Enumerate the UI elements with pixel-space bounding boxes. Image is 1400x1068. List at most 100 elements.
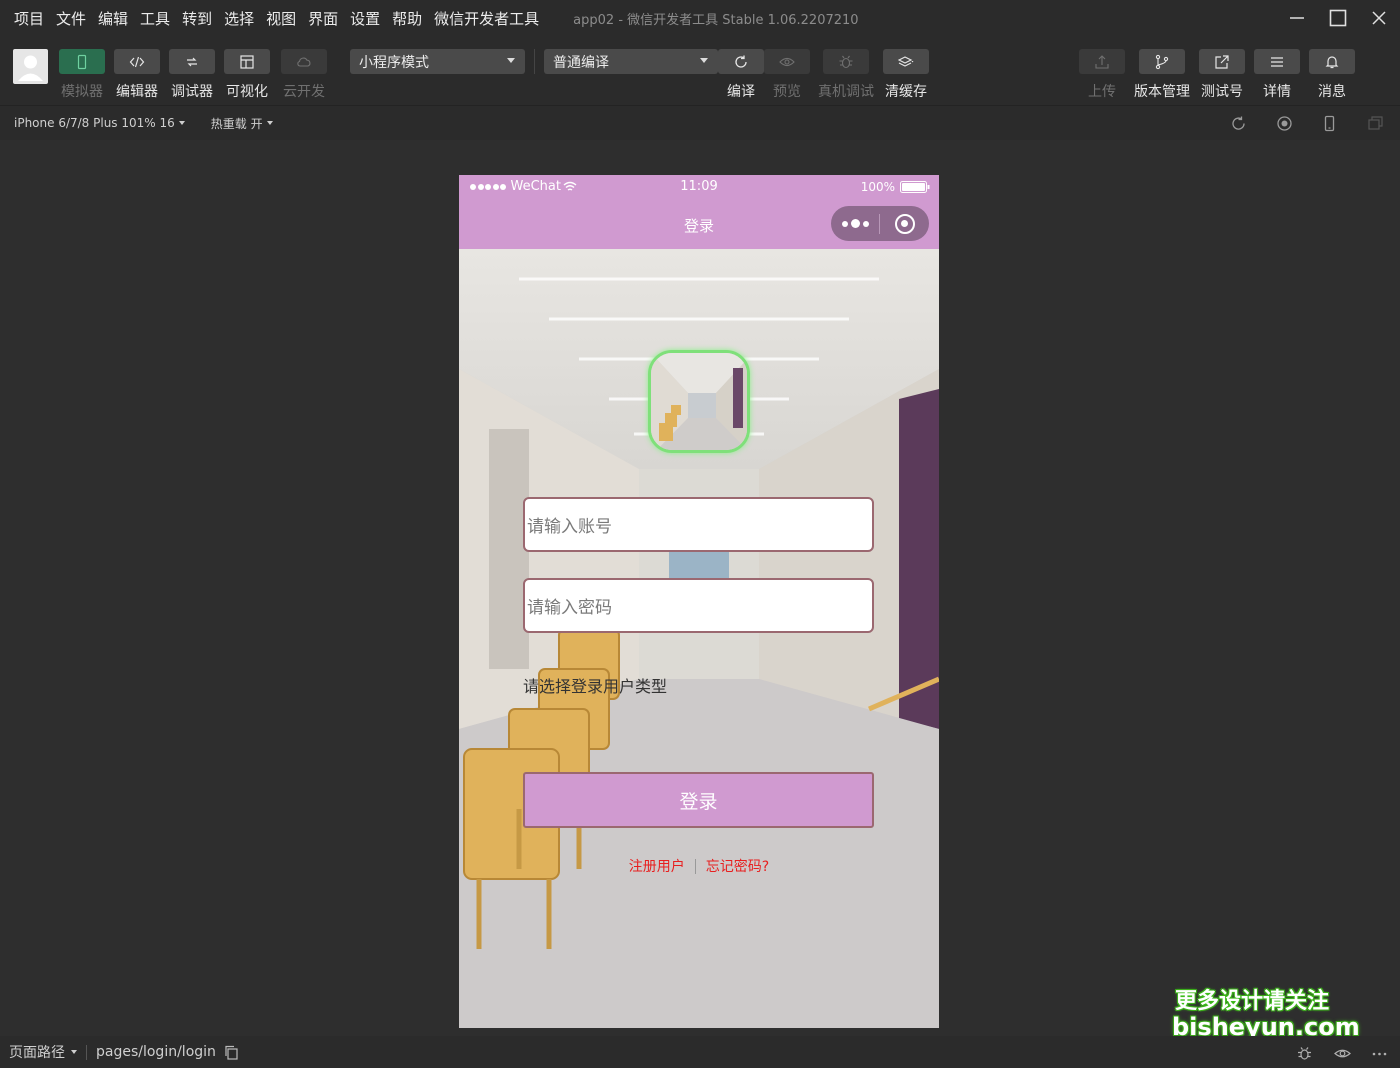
simulator-subbar: iPhone 6/7/8 Plus 101% 16 热重载 开: [0, 106, 1400, 140]
cloud-button[interactable]: [281, 49, 327, 74]
refresh-icon: [735, 55, 747, 68]
login-button[interactable]: 登录: [523, 772, 874, 828]
compile-select[interactable]: 普通编译: [544, 49, 718, 74]
mode-select-value: 小程序模式: [359, 54, 429, 71]
eye-icon: [1333, 1049, 1351, 1057]
page-path-label: 页面路径: [9, 1045, 65, 1061]
layout-icon: [240, 54, 254, 69]
remote-debug-button[interactable]: [823, 49, 869, 74]
external-link-icon: [1215, 54, 1229, 69]
account-input[interactable]: 请输入账号: [523, 497, 874, 552]
preview-label: 预览: [773, 84, 801, 100]
chevron-down-icon: [507, 58, 515, 63]
nav-bar: 登录: [459, 199, 939, 249]
menu-help[interactable]: 帮助: [392, 8, 422, 29]
menu-settings[interactable]: 设置: [350, 8, 380, 29]
debug-icon: [187, 57, 197, 66]
window-title: app02 - 微信开发者工具 Stable 1.06.2207210: [573, 12, 859, 28]
minimize-button[interactable]: [1277, 0, 1317, 36]
rotate-button[interactable]: [1227, 112, 1249, 134]
hot-reload-value: 热重载 开: [210, 116, 263, 131]
register-link[interactable]: 注册用户: [629, 856, 685, 876]
debugger-label: 调试器: [171, 84, 213, 100]
user-type-picker[interactable]: 请选择登录用户类型: [523, 673, 667, 697]
editor-button[interactable]: [114, 49, 160, 74]
branch-icon: [1155, 54, 1169, 69]
copy-path-button[interactable]: [224, 1045, 239, 1060]
device-select[interactable]: iPhone 6/7/8 Plus 101% 16: [14, 116, 185, 130]
capsule-menu: [831, 206, 929, 241]
preview-button[interactable]: [764, 49, 810, 74]
page-path-select[interactable]: 页面路径: [9, 1042, 77, 1062]
simulator-label: 模拟器: [61, 84, 103, 100]
battery-group: 100%: [861, 180, 930, 194]
code-icon: [129, 56, 145, 67]
maximize-button[interactable]: [1318, 0, 1358, 36]
close-icon: [1372, 11, 1386, 25]
details-button[interactable]: [1254, 49, 1300, 74]
menu-tools[interactable]: 工具: [140, 8, 170, 29]
detach-window-button[interactable]: [1364, 112, 1386, 134]
watermark-line-1: 更多设计请关注: [1174, 989, 1329, 1014]
more-options-button[interactable]: [1369, 1043, 1389, 1063]
version-button[interactable]: [1139, 49, 1185, 74]
more-button[interactable]: [831, 219, 879, 228]
record-button[interactable]: [1273, 112, 1295, 134]
menu-selection[interactable]: 选择: [224, 8, 254, 29]
menu-devtools[interactable]: 微信开发者工具: [434, 8, 539, 29]
chevron-down-icon: [266, 121, 273, 125]
chevron-down-icon: [700, 58, 708, 63]
messages-label: 消息: [1318, 84, 1346, 100]
chevron-down-icon: [178, 121, 185, 125]
phone-icon: [77, 54, 87, 69]
toolbar: 模拟器 编辑器 调试器 可视化 云开发 小程序模式 普通编译 编译 预览 真机调…: [0, 36, 1400, 106]
upload-button[interactable]: [1079, 49, 1125, 74]
link-divider: [694, 858, 696, 874]
status-bar: 页面路径 pages/login/login: [0, 1036, 1400, 1068]
debug-status-button[interactable]: [1294, 1043, 1314, 1063]
visual-button[interactable]: [224, 49, 270, 74]
preview-status-button[interactable]: [1332, 1043, 1352, 1063]
menu-goto[interactable]: 转到: [182, 8, 212, 29]
menu-view[interactable]: 视图: [266, 8, 296, 29]
layers-icon: [898, 55, 914, 67]
debugger-button[interactable]: [169, 49, 215, 74]
copy-icon: [225, 1045, 238, 1060]
compile-button[interactable]: [718, 49, 764, 74]
test-account-button[interactable]: [1199, 49, 1245, 74]
close-window-button[interactable]: [1359, 0, 1399, 36]
cloud-label: 云开发: [283, 84, 325, 100]
upload-icon: [1095, 54, 1109, 69]
ellipsis-icon: [1372, 1052, 1386, 1055]
menu-interface[interactable]: 界面: [308, 8, 338, 29]
password-input-placeholder: 请输入密码: [527, 598, 612, 618]
status-divider: [86, 1044, 87, 1060]
phone-icon: [1324, 115, 1334, 131]
simulator-button[interactable]: [59, 49, 105, 74]
clear-cache-button[interactable]: [883, 49, 929, 74]
auth-links: 注册用户 忘记密码?: [459, 856, 939, 876]
chevron-down-icon: [71, 1050, 77, 1054]
details-label: 详情: [1263, 84, 1291, 100]
avatar[interactable]: [13, 49, 48, 84]
logo-image: [648, 350, 750, 453]
visual-label: 可视化: [226, 84, 268, 100]
bug-icon: [839, 55, 853, 68]
account-input-placeholder: 请输入账号: [527, 517, 612, 537]
forgot-password-link[interactable]: 忘记密码?: [706, 856, 769, 876]
mode-select[interactable]: 小程序模式: [350, 49, 525, 74]
device-select-value: iPhone 6/7/8 Plus 101% 16: [14, 116, 175, 130]
hot-reload-toggle[interactable]: 热重载 开: [211, 115, 273, 132]
menu-project[interactable]: 项目: [14, 8, 44, 29]
menu-file[interactable]: 文件: [56, 8, 86, 29]
device-frame-button[interactable]: [1318, 112, 1340, 134]
toolbar-divider: [534, 49, 535, 74]
messages-button[interactable]: [1309, 49, 1355, 74]
menu-edit[interactable]: 编辑: [98, 8, 128, 29]
maximize-icon: [1329, 9, 1347, 27]
version-label: 版本管理: [1134, 84, 1190, 100]
password-input[interactable]: 请输入密码: [523, 578, 874, 633]
watermark: 更多设计请关注 bisheyun.com: [1172, 989, 1360, 1040]
phone-simulator: WeChat 11:09 100% 登录 请输入账号 请输入密码 请选择登录用户…: [459, 175, 939, 1028]
close-miniprogram-button[interactable]: [880, 213, 929, 234]
